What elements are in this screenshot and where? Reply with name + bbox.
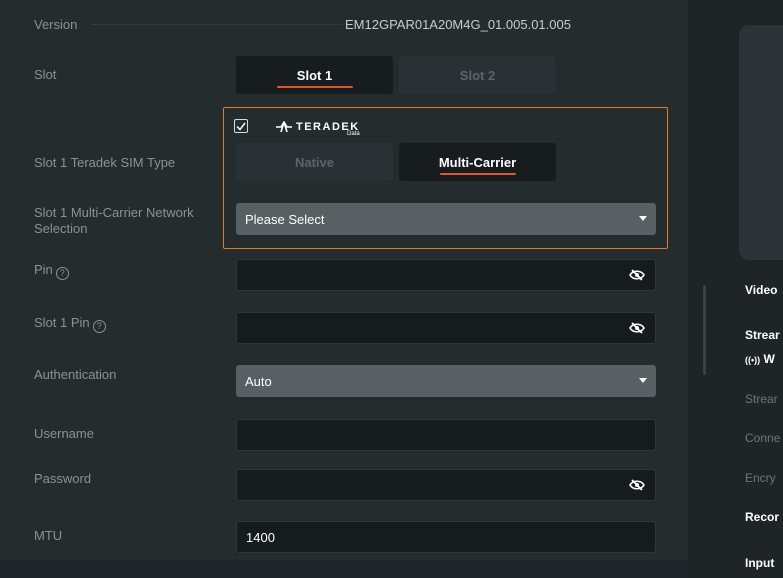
multi-carrier-underline bbox=[439, 173, 516, 175]
multi-carrier-label: Multi-Carrier bbox=[438, 154, 517, 170]
slot-pin-input[interactable] bbox=[236, 312, 656, 344]
network-selection-dropdown[interactable]: Please Select bbox=[236, 203, 656, 235]
encryption-row-label: Encry bbox=[745, 471, 776, 485]
slot-1-label: Slot 1 bbox=[296, 67, 333, 83]
version-label: Version bbox=[34, 17, 78, 32]
multi-carrier-button[interactable]: Multi-Carrier bbox=[399, 143, 556, 181]
native-button[interactable]: Native bbox=[236, 143, 393, 181]
slot-label: Slot bbox=[34, 67, 57, 82]
checkmark-icon bbox=[236, 122, 246, 131]
slot-2-label: Slot 2 bbox=[459, 67, 496, 83]
sim-type-label: Slot 1 Teradek SIM Type bbox=[34, 155, 176, 170]
eye-hidden-icon[interactable] bbox=[629, 321, 645, 335]
video-heading: Video bbox=[745, 283, 778, 297]
native-label: Native bbox=[294, 154, 335, 170]
teradek-logo-icon bbox=[276, 121, 292, 133]
slot-2-button[interactable]: Slot 2 bbox=[399, 56, 556, 94]
pin-input[interactable] bbox=[236, 259, 656, 291]
password-label: Password bbox=[34, 471, 92, 486]
authentication-dropdown[interactable]: Auto bbox=[236, 365, 656, 397]
broadcast-icon: ((•)) bbox=[745, 355, 761, 365]
slot-pin-label-wrap: Slot 1 Pin? bbox=[34, 315, 106, 333]
pin-label-wrap: Pin? bbox=[34, 262, 69, 280]
slot-pin-label: Slot 1 Pin bbox=[34, 315, 90, 330]
record-heading: Recor bbox=[745, 510, 780, 524]
mtu-label: MTU bbox=[34, 528, 63, 543]
authentication-value: Auto bbox=[245, 373, 272, 389]
stream-status: ((•)) W bbox=[745, 352, 775, 366]
eye-hidden-icon[interactable] bbox=[629, 268, 645, 282]
scrollbar[interactable] bbox=[703, 285, 706, 375]
username-label: Username bbox=[34, 426, 94, 441]
teradek-checkbox[interactable] bbox=[234, 119, 248, 133]
connection-row-label: Conne bbox=[745, 431, 781, 445]
authentication-label: Authentication bbox=[34, 367, 117, 382]
network-selection-value: Please Select bbox=[245, 211, 325, 227]
chevron-down-icon bbox=[639, 378, 647, 383]
stream-row-label: Strear bbox=[745, 392, 778, 406]
password-input[interactable] bbox=[236, 469, 656, 501]
version-value: EM12GPAR01A20M4G_01.005.01.005 bbox=[345, 17, 571, 32]
pin-label: Pin bbox=[34, 262, 53, 277]
slot-1-button[interactable]: Slot 1 bbox=[236, 56, 393, 94]
chevron-down-icon bbox=[639, 216, 647, 221]
network-selection-label: Slot 1 Multi-Carrier Network Selection bbox=[34, 205, 194, 236]
stream-status-text: W bbox=[763, 352, 775, 366]
teradek-logo-sub: Data bbox=[347, 131, 360, 137]
eye-hidden-icon[interactable] bbox=[629, 478, 645, 492]
help-icon[interactable]: ? bbox=[55, 266, 69, 280]
mtu-value: 1400 bbox=[246, 529, 275, 545]
video-preview bbox=[739, 25, 783, 260]
help-icon[interactable]: ? bbox=[92, 319, 106, 333]
mtu-input[interactable]: 1400 bbox=[236, 521, 656, 553]
stream-heading: Strear bbox=[745, 328, 780, 342]
username-input[interactable] bbox=[236, 419, 656, 451]
panel-footer bbox=[0, 560, 688, 578]
version-dotted-leader bbox=[92, 24, 342, 25]
slot-1-underline bbox=[276, 86, 353, 88]
input-heading: Input bbox=[745, 556, 775, 570]
